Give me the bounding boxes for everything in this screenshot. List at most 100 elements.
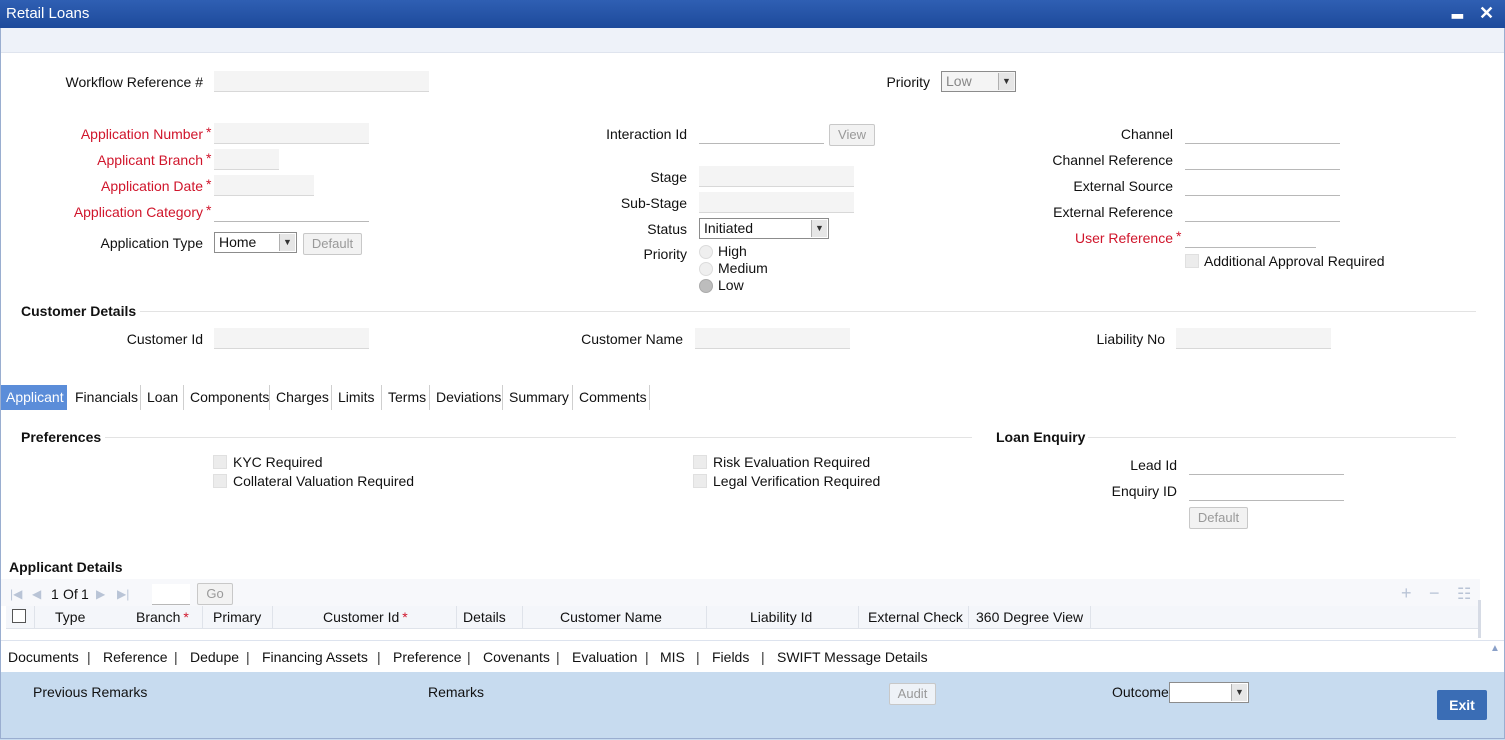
header-priority-select[interactable]: Low ▼ [941,71,1016,92]
audit-button[interactable]: Audit [889,683,936,705]
page-jump-input[interactable] [152,584,190,605]
application-category-input[interactable] [214,201,369,222]
external-ref-input[interactable] [1185,201,1340,222]
external-source-input[interactable] [1185,175,1340,196]
link-mis[interactable]: MIS [660,649,685,665]
link-separator: | [174,649,178,665]
go-button[interactable]: Go [197,583,233,605]
application-number-input[interactable] [214,123,369,144]
link-evaluation[interactable]: Evaluation [572,649,637,665]
footer-panel [0,672,1505,740]
stage-input[interactable] [699,166,854,187]
priority-medium-radio[interactable] [699,262,713,276]
applicant-branch-input[interactable] [214,149,279,170]
next-page-icon[interactable]: ▶ [96,587,105,601]
column-divider [272,606,273,628]
enquiry-id-input[interactable] [1189,480,1344,501]
col-customer-id: Customer Id * [323,609,408,625]
channel-ref-input[interactable] [1185,149,1340,170]
add-row-icon[interactable]: + [1401,583,1412,604]
application-date-input[interactable] [214,175,314,196]
link-documents[interactable]: Documents [8,649,79,665]
view-button[interactable]: View [829,124,875,146]
outcome-select[interactable]: ▼ [1169,682,1249,703]
tab-charges[interactable]: Charges [270,385,332,410]
workflow-ref-input[interactable] [214,71,429,92]
additional-approval-label: Additional Approval Required [1204,253,1385,269]
list-view-icon[interactable]: ☷ [1457,584,1471,604]
link-separator: | [377,649,381,665]
customer-name-input[interactable] [695,328,850,349]
select-all-checkbox[interactable] [12,609,26,623]
risk-checkbox[interactable] [693,455,707,469]
substage-input[interactable] [699,192,854,213]
link-financing-assets[interactable]: Financing Assets [262,649,368,665]
lead-id-label: Lead Id [1130,457,1177,473]
customer-id-input[interactable] [214,328,369,349]
required-mark: * [206,124,212,140]
column-divider [456,606,457,628]
additional-approval-checkbox[interactable] [1185,254,1199,268]
application-type-select[interactable]: Home ▼ [214,232,297,253]
status-label: Status [647,221,687,237]
priority-radio-label: Priority [643,246,687,262]
tab-comments[interactable]: Comments [573,385,650,410]
column-divider [1090,606,1091,628]
workflow-ref-label: Workflow Reference # [65,74,203,90]
required-mark: * [206,150,212,166]
kyc-checkbox[interactable] [213,455,227,469]
chevron-down-icon: ▼ [811,220,827,237]
link-fields[interactable]: Fields [712,649,749,665]
enquiry-id-label: Enquiry ID [1111,483,1177,499]
status-select[interactable]: Initiated ▼ [699,218,829,239]
previous-remarks-label: Previous Remarks [33,684,148,700]
link-reference[interactable]: Reference [103,649,168,665]
link-dedupe[interactable]: Dedupe [190,649,239,665]
remove-row-icon[interactable]: − [1429,583,1440,604]
chevron-up-icon[interactable]: ▲ [1490,643,1500,654]
tab-applicant[interactable]: Applicant [0,385,67,410]
enquiry-default-button[interactable]: Default [1189,507,1248,529]
link-preference[interactable]: Preference [393,649,461,665]
column-divider [858,606,859,628]
external-ref-label: External Reference [1053,204,1173,220]
collateral-checkbox[interactable] [213,474,227,488]
link-covenants[interactable]: Covenants [483,649,550,665]
column-divider [706,606,707,628]
liability-no-input[interactable] [1176,328,1331,349]
prev-page-icon[interactable]: ◀ [32,587,41,601]
user-ref-input[interactable] [1185,227,1316,248]
first-page-icon[interactable]: |◀ [10,587,22,601]
header-priority-label: Priority [886,74,930,90]
channel-input[interactable] [1185,123,1340,144]
legal-checkbox[interactable] [693,474,707,488]
priority-low-radio[interactable] [699,279,713,293]
channel-label: Channel [1120,126,1173,142]
col-type: Type [55,609,86,625]
default-button[interactable]: Default [303,233,362,255]
lead-id-input[interactable] [1189,454,1344,475]
link-separator: | [645,649,649,665]
tab-loan[interactable]: Loan [141,385,184,410]
tab-limits[interactable]: Limits [332,385,382,410]
application-category-label: Application Category [73,204,203,220]
required-mark: * [206,202,212,218]
grid-scrollbar[interactable] [1478,600,1481,638]
outcome-label: Outcome [1112,684,1169,700]
link-swift-message-details[interactable]: SWIFT Message Details [777,649,928,665]
col-customer-name: Customer Name [560,609,662,625]
minimize-icon[interactable]: ▂ [1452,2,1463,19]
exit-button[interactable]: Exit [1437,690,1487,720]
tab-deviations[interactable]: Deviations [430,385,503,410]
priority-high-radio[interactable] [699,245,713,259]
link-separator: | [246,649,250,665]
tab-components[interactable]: Components [184,385,270,410]
tab-terms[interactable]: Terms [382,385,430,410]
interaction-id-label: Interaction Id [606,126,687,142]
tab-summary[interactable]: Summary [503,385,573,410]
kyc-label: KYC Required [233,454,323,470]
interaction-id-input[interactable] [699,123,824,144]
close-icon[interactable]: ✕ [1479,3,1494,24]
tab-financials[interactable]: Financials [69,385,141,410]
last-page-icon[interactable]: ▶| [117,587,129,601]
